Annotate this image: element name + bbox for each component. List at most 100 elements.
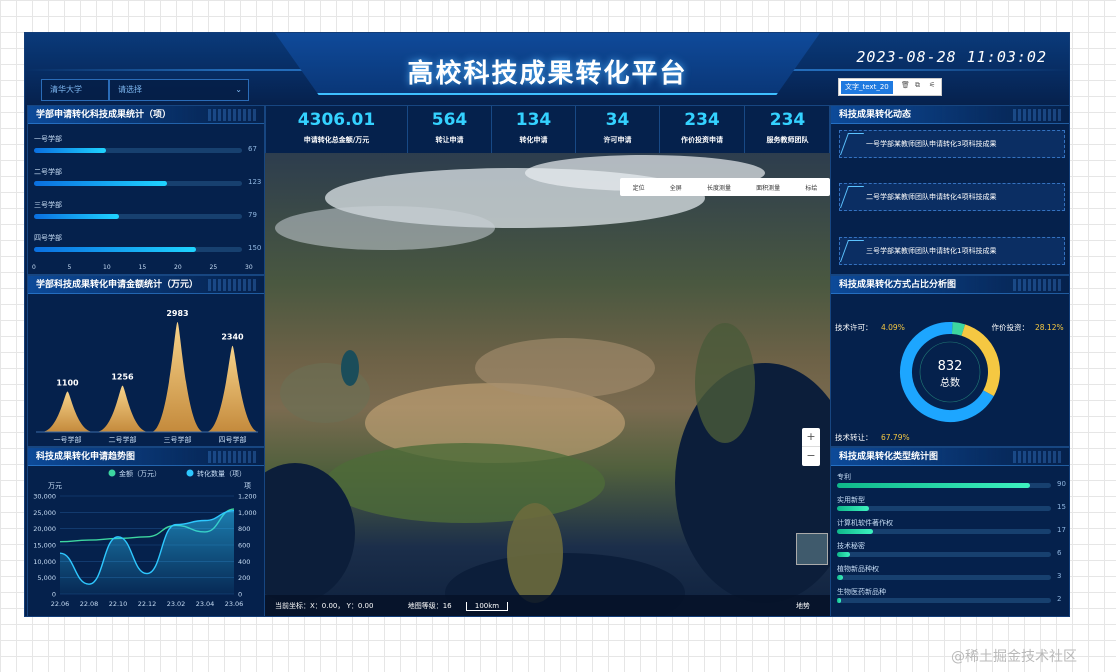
dept-bar-fill <box>34 247 197 252</box>
dept-bar-label: 三号学部 <box>34 201 62 209</box>
type-bar-track <box>837 552 1051 557</box>
amount-peak <box>151 322 204 432</box>
dynamics-item[interactable]: 二号学部某教师团队申请转化4项科技成果 <box>839 183 1065 211</box>
donut-center-value: 832 <box>938 359 963 374</box>
stat-conversion: 134 转化申请 <box>492 106 576 156</box>
delete-icon[interactable]: 🗑 <box>901 81 910 89</box>
map-terrain <box>265 155 830 616</box>
chevron-down-icon: ⌄ <box>235 85 242 94</box>
draw-button[interactable]: 标绘 <box>805 183 817 192</box>
type-bar-value: 2 <box>1057 595 1062 603</box>
trend-right-tick: 0 <box>238 591 242 599</box>
zoom-out-button[interactable]: − <box>802 446 820 465</box>
donut-slice <box>951 322 966 336</box>
trend-x-tick: 22.10 <box>109 600 128 608</box>
amount-peak <box>96 385 149 432</box>
donut-legend-pct: 67.79% <box>881 433 910 442</box>
zoom-in-button[interactable]: + <box>802 428 820 446</box>
legend-count-dot <box>186 469 194 477</box>
department-select[interactable]: 请选择 ⌄ <box>109 79 249 101</box>
dept-bar-label: 一号学部 <box>34 135 62 143</box>
decor-bars <box>1013 451 1063 463</box>
settings-icon[interactable]: ⚟ <box>929 81 935 89</box>
map-status-bar: 当前坐标：X：0.00， Y：0.00 地图等级：16 100km 地势 <box>265 595 830 616</box>
legend-amount-dot <box>108 469 116 477</box>
decor-bars <box>1013 109 1063 121</box>
dynamics-item[interactable]: 一号学部某教师团队申请转化3项科技成果 <box>839 130 1065 158</box>
amount-peak <box>41 391 94 432</box>
trend-left-tick: 15,000 <box>33 542 56 550</box>
stat-label: 作价投资申请 <box>681 136 723 144</box>
type-chart-panel: 科技成果转化类型统计图 专利 90 实用新型 15 计算机软件著作权 17 技术秘密 6 植物新… <box>830 447 1069 616</box>
type-bar-value: 17 <box>1057 526 1066 534</box>
type-bar-track <box>837 598 1051 603</box>
chevron-icon <box>839 133 865 155</box>
university-select[interactable]: 清华大学 <box>41 79 109 101</box>
trend-x-tick: 22.12 <box>138 600 157 608</box>
type-bar-label: 技术秘密 <box>837 542 865 550</box>
ratio-chart: 832 总数 技术许可： 4.09% 作价投资： 28.12% 技术转让： 67.79% <box>835 322 1064 442</box>
donut-legend-pct: 28.12% <box>1035 323 1064 332</box>
type-bar-fill <box>837 483 1030 488</box>
stat-total-amount: 4306.01 申请转化总金额/万元 <box>266 106 408 156</box>
measure-length-button[interactable]: 长度测量 <box>707 183 731 192</box>
amount-peak <box>206 345 259 432</box>
stat-license: 34 许可申请 <box>576 106 660 156</box>
trend-x-tick: 22.06 <box>51 600 70 608</box>
trend-left-tick: 5,000 <box>37 574 56 582</box>
measure-area-button[interactable]: 面积测量 <box>756 183 780 192</box>
dynamics-item-text: 一号学部某教师团队申请转化3项科技成果 <box>866 140 997 148</box>
stat-label: 转让申请 <box>435 136 464 144</box>
minimap-thumbnail[interactable] <box>796 533 828 565</box>
type-bar-fill <box>837 529 874 534</box>
dept-axis-tick: 15 <box>138 264 147 271</box>
decor-bars <box>208 451 258 463</box>
legend-count-label: 转化数量（项） <box>197 469 246 478</box>
trend-chart: 金额（万元） 转化数量（项） 万元 项 30,000 1,200 25,000 1,000 20… <box>33 469 256 608</box>
dept-axis-tick: 0 <box>32 264 36 271</box>
type-bar-track <box>837 575 1051 580</box>
selected-element-tag[interactable]: 文字_text_20 <box>841 81 893 94</box>
amount-data-label: 1100 <box>56 378 79 387</box>
trend-left-tick: 30,000 <box>33 493 56 501</box>
donut-legend-pct: 4.09% <box>881 323 905 332</box>
type-bar-fill <box>837 506 870 511</box>
dynamics-panel: 科技成果转化动态 一号学部某教师团队申请转化3项科技成果 二号学部某教师团队申请… <box>830 105 1069 275</box>
decor-bars <box>208 279 258 291</box>
trend-right-tick: 200 <box>238 574 250 582</box>
stat-value: 4306.01 <box>297 110 376 130</box>
copy-icon[interactable]: ⧉ <box>915 81 920 90</box>
trend-area <box>60 510 234 594</box>
trend-x-tick: 22.08 <box>80 600 99 608</box>
dept-axis-tick: 25 <box>209 264 218 271</box>
watermark: @稀土掘金技术社区 <box>951 649 1077 665</box>
dept-bar-label: 四号学部 <box>34 234 62 242</box>
zoom-control: + − <box>802 428 820 466</box>
editor-toolbar: 文字_text_20 🗑 ⧉ ⚟ <box>838 78 942 96</box>
dept-bar-value: 67 <box>248 145 257 153</box>
legend-amount-label: 金额（万元） <box>119 469 161 478</box>
satellite-map[interactable]: 定位 全屏 长度测量 面积测量 标绘 + − 当前坐标：X：0.00， Y：0.… <box>265 153 830 616</box>
amount-category-label: 四号学部 <box>219 435 247 444</box>
trend-left-tick: 0 <box>52 591 56 599</box>
stat-value: 564 <box>431 110 468 130</box>
type-bar-label: 生物医药新品种 <box>837 588 886 596</box>
donut-legend-name: 作价投资： <box>992 322 1030 332</box>
right-axis-unit: 项 <box>244 482 251 490</box>
stat-label: 申请转化总金额/万元 <box>303 136 370 144</box>
type-bar-label: 专利 <box>837 473 851 481</box>
amount-data-label: 1256 <box>111 373 134 382</box>
trend-x-tick: 23.04 <box>196 600 215 608</box>
map-toolbar: 定位 全屏 长度测量 面积测量 标绘 <box>620 178 830 196</box>
dept-bar-value: 150 <box>248 244 262 252</box>
scale-bar: 100km <box>465 602 509 611</box>
stat-value: 34 <box>605 110 630 130</box>
type-bar-value: 3 <box>1057 572 1062 580</box>
type-bar-track <box>837 506 1051 511</box>
locate-button[interactable]: 定位 <box>633 183 645 192</box>
dashboard-screen: 高校科技成果转化平台 2023-08-28 11:03:02 清华大学 请选择 … <box>24 32 1070 617</box>
chevron-icon <box>839 240 865 262</box>
amount-data-label: 2983 <box>166 309 188 318</box>
fullscreen-button[interactable]: 全屏 <box>670 183 682 192</box>
dynamics-item[interactable]: 三号学部某教师团队申请转化1项科技成果 <box>839 237 1065 265</box>
